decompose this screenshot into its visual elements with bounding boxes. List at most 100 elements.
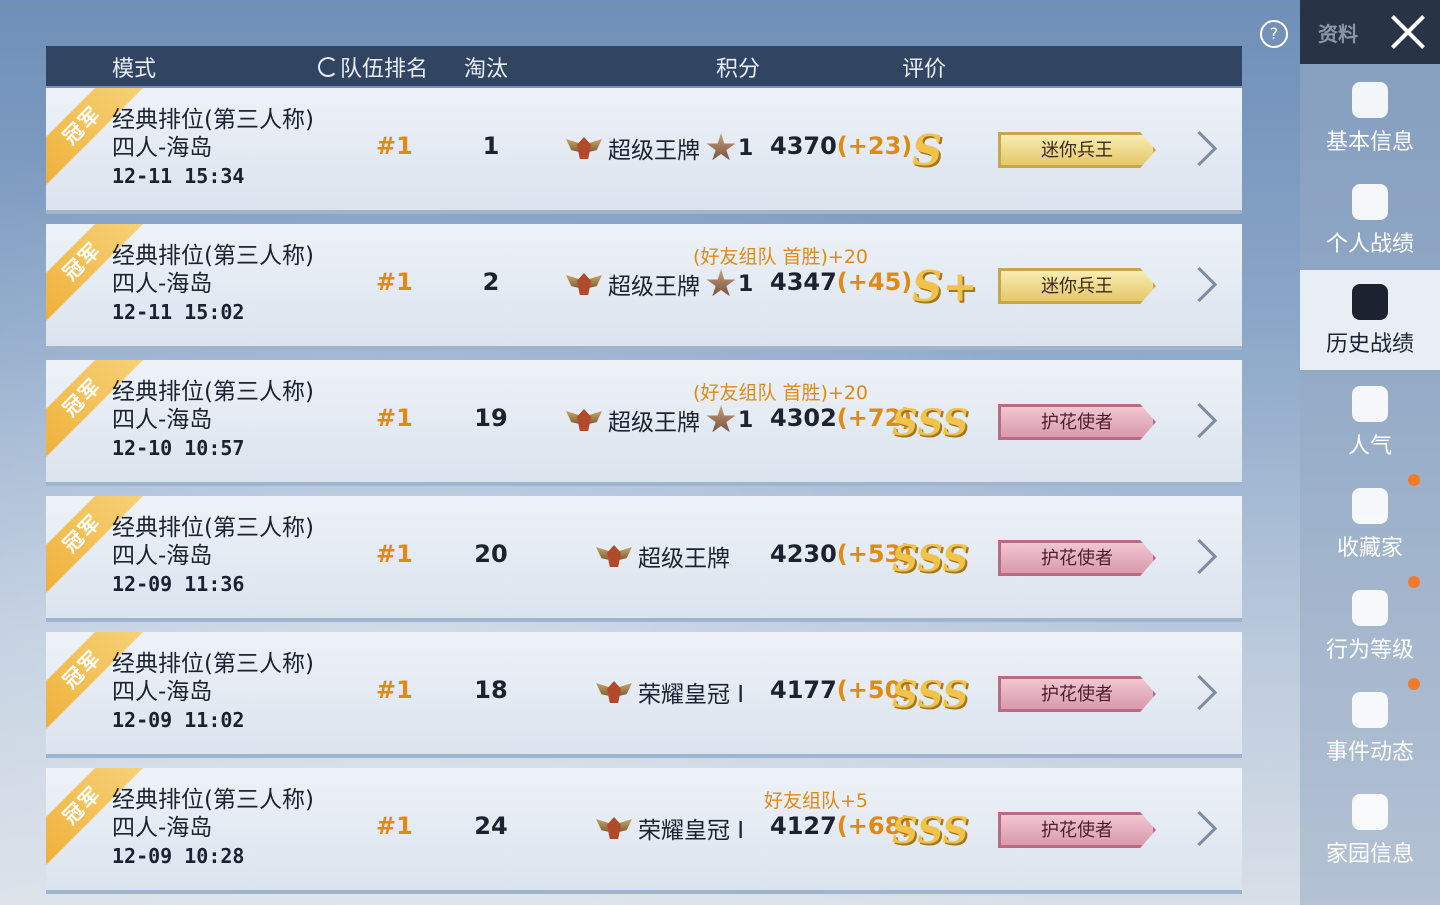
score-value: 4230(+53) (770, 540, 912, 568)
sidebar-item-label: 基本信息 (1325, 130, 1414, 155)
tier-core (607, 817, 621, 839)
team-rank: #1 (376, 268, 413, 296)
tier-display: 荣耀皇冠 I (596, 676, 744, 708)
team-rank: #1 (376, 404, 413, 432)
star-icon (706, 269, 736, 299)
match-mode: 经典排位(第三人称) 四人-海岛 12-11 15:34 (112, 106, 314, 190)
sidebar-item-label: 个人战绩 (1325, 232, 1414, 257)
tier-core (577, 409, 591, 431)
tier-badge-icon (596, 679, 632, 705)
sidebar-item-label: 行为等级 (1325, 638, 1414, 663)
title-badge[interactable]: 护花使者 (998, 676, 1156, 712)
chevron-right-icon[interactable] (1181, 810, 1218, 847)
match-mode: 经典排位(第三人称) 四人-海岛 12-09 11:02 (112, 650, 314, 734)
match-row[interactable]: 冠军 经典排位(第三人称) 四人-海岛 12-11 15:34 #1 1 超级王牌 1 4370… (46, 88, 1242, 214)
kill-count: 2 (482, 268, 500, 296)
tier-core (607, 681, 621, 703)
star-count: 1 (738, 407, 754, 433)
sidebar-item-label: 事件动态 (1325, 740, 1414, 765)
events-icon (1352, 692, 1388, 728)
sidebar-item-profile[interactable]: 基本信息 (1300, 68, 1440, 168)
team-rank: #1 (376, 540, 413, 568)
chevron-right-icon[interactable] (1181, 266, 1218, 303)
score-value: 4370(+23) (770, 132, 912, 160)
match-date: 12-11 15:02 (112, 300, 245, 324)
tier-badge-icon (596, 543, 632, 569)
sidebar-item-home[interactable]: 家园信息 (1300, 780, 1440, 880)
chevron-right-icon[interactable] (1181, 674, 1218, 711)
tier-name: 荣耀皇冠 I (638, 682, 745, 708)
match-list: 冠军 经典排位(第三人称) 四人-海岛 12-11 15:34 #1 1 超级王牌 1 4370… (46, 88, 1242, 904)
title-badge[interactable]: 迷你兵王 (998, 268, 1156, 304)
tier-name: 荣耀皇冠 I (638, 818, 745, 844)
team-rank: #1 (376, 676, 413, 704)
sidebar-item-events[interactable]: 事件动态 (1300, 678, 1440, 778)
title-badge[interactable]: 护花使者 (998, 812, 1156, 848)
star-count: 1 (738, 271, 754, 297)
kill-count: 19 (474, 404, 508, 432)
sidebar-item-history[interactable]: 历史战绩 (1300, 270, 1440, 370)
map-name: 四人-海岛 (112, 543, 213, 569)
map-name: 四人-海岛 (112, 679, 213, 705)
chevron-right-icon[interactable] (1181, 402, 1218, 439)
score-delta: (+45) (836, 268, 913, 296)
tier-display: 超级王牌 1 (566, 268, 753, 300)
header-score: 积分 (716, 57, 761, 82)
title-badge[interactable]: 迷你兵王 (998, 132, 1156, 168)
score-number: 4177 (770, 676, 837, 704)
match-row[interactable]: 冠军 经典排位(第三人称) 四人-海岛 12-11 15:02 #1 2 (好友组队 首胜)… (46, 224, 1242, 350)
score-number: 4127 (770, 812, 837, 840)
rating-grade: S (912, 126, 943, 175)
sidebar-item-collector[interactable]: 收藏家 (1300, 474, 1440, 574)
map-name: 四人-海岛 (112, 135, 213, 161)
map-name: 四人-海岛 (112, 815, 213, 841)
mode-name: 经典排位(第三人称) (112, 515, 314, 541)
score-value: 4177(+50) (770, 676, 912, 704)
sidebar-item-popularity[interactable]: 人气 (1300, 372, 1440, 472)
sidebar-item-behavior[interactable]: 行为等级 (1300, 576, 1440, 676)
tier-badge-icon (566, 271, 602, 297)
sidebar-item-label: 历史战绩 (1325, 332, 1414, 357)
tier-name: 超级王牌 (608, 138, 700, 164)
close-icon[interactable] (1388, 12, 1428, 52)
chevron-right-icon[interactable] (1181, 538, 1218, 575)
sidebar-item-stats[interactable]: 个人战绩 (1300, 170, 1440, 270)
header-team-rank-label: 队伍排名 (340, 57, 429, 82)
match-date: 12-11 15:34 (112, 164, 245, 188)
help-icon[interactable]: ? (1260, 20, 1288, 48)
header-team-rank[interactable]: 队伍排名 (318, 51, 428, 83)
score-number: 4230 (770, 540, 837, 568)
rating-grade: SSS (892, 538, 969, 580)
tier-badge-icon (566, 135, 602, 161)
chevron-right-icon[interactable] (1181, 130, 1218, 167)
kill-count: 24 (474, 812, 508, 840)
tier-core (607, 545, 621, 567)
refresh-icon[interactable] (318, 57, 338, 77)
tier-display: 超级王牌 1 (566, 132, 753, 164)
profile-icon (1352, 82, 1388, 118)
title-badge[interactable]: 护花使者 (998, 540, 1156, 576)
mode-name: 经典排位(第三人称) (112, 243, 314, 269)
rating-grade: S+ (912, 262, 978, 311)
tier-core (577, 273, 591, 295)
star-icon (706, 133, 736, 163)
table-header: 模式 队伍排名 淘汰 积分 评价 (46, 46, 1242, 86)
collector-icon (1352, 488, 1388, 524)
match-row[interactable]: 冠军 经典排位(第三人称) 四人-海岛 12-09 11:02 #1 18 荣耀皇冠 I 41… (46, 632, 1242, 758)
header-rating: 评价 (902, 57, 947, 82)
popularity-icon (1352, 386, 1388, 422)
match-row[interactable]: 冠军 经典排位(第三人称) 四人-海岛 12-10 10:57 #1 19 (好友组队 首胜… (46, 360, 1242, 486)
sidebar-item-label: 人气 (1347, 434, 1392, 459)
mode-name: 经典排位(第三人称) (112, 787, 314, 813)
score-delta: (+23) (836, 132, 913, 160)
rating-grade: SSS (892, 402, 969, 444)
match-date: 12-10 10:57 (112, 436, 245, 460)
match-row[interactable]: 冠军 经典排位(第三人称) 四人-海岛 12-09 11:36 #1 20 超级王牌 4230… (46, 496, 1242, 622)
title-badge[interactable]: 护花使者 (998, 404, 1156, 440)
header-mode: 模式 (112, 57, 157, 82)
tier-display: 荣耀皇冠 I (596, 812, 744, 844)
home-icon (1352, 794, 1388, 830)
match-row[interactable]: 冠军 经典排位(第三人称) 四人-海岛 12-09 10:28 #1 24 好友组队+5 荣耀… (46, 768, 1242, 894)
match-date: 12-09 11:02 (112, 708, 245, 732)
history-icon (1352, 284, 1388, 320)
